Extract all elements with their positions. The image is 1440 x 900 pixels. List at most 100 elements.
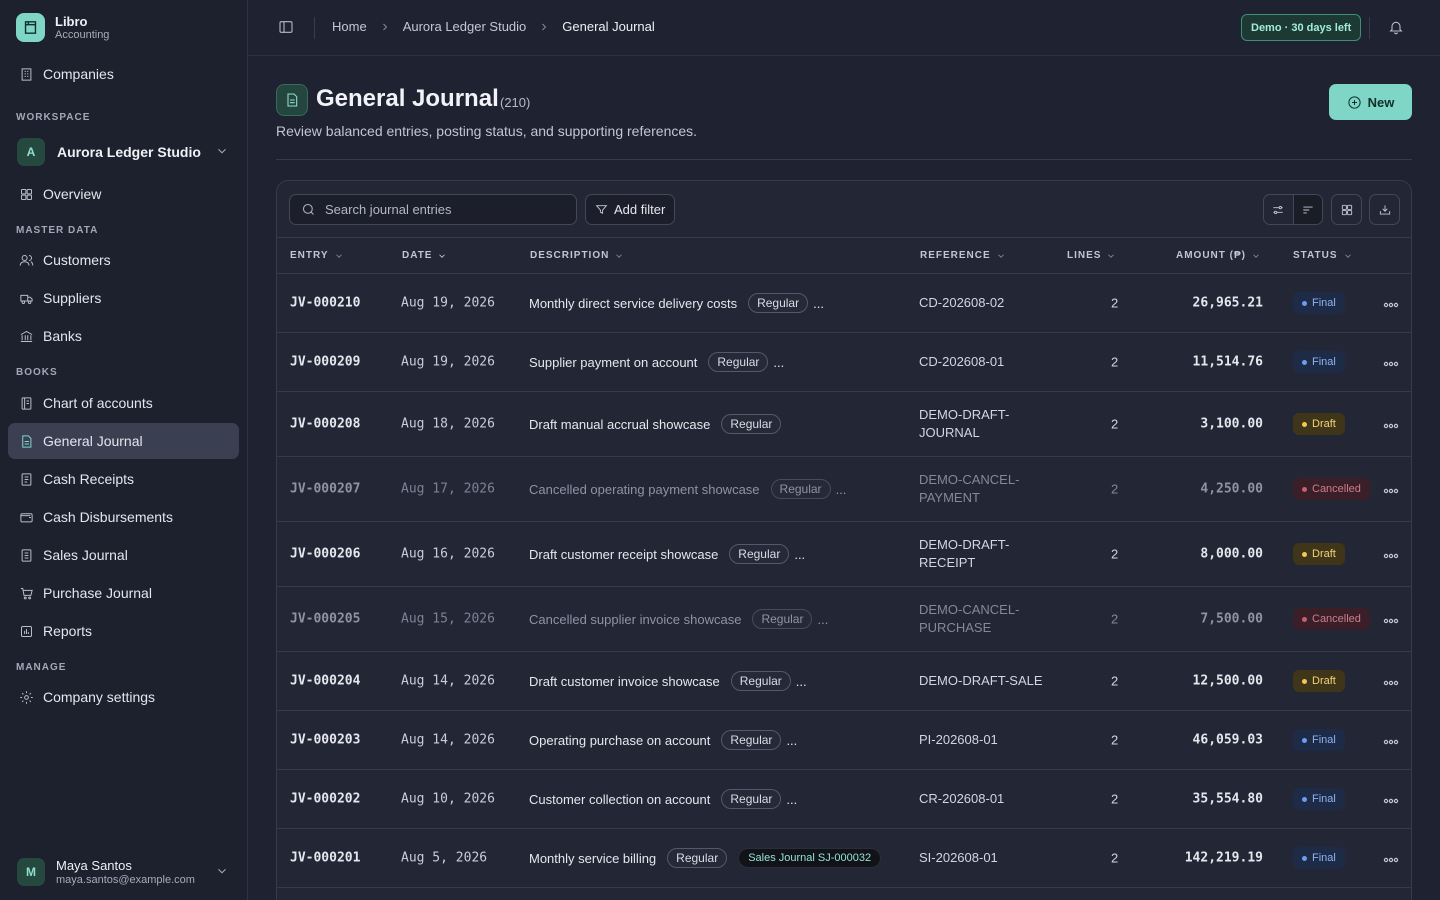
column-header-amount[interactable]: AMOUNT (₱) — [1176, 250, 1261, 261]
table-row[interactable]: JV-000202 Aug 10, 2026 Customer collection… — [277, 770, 1411, 829]
entry-date: Aug 10, 2026 — [401, 791, 495, 807]
sidebar-item-banks[interactable]: Banks — [8, 318, 239, 354]
more-horizontal-icon — [1383, 680, 1399, 686]
new-entry-button[interactable]: New — [1329, 84, 1412, 120]
demo-status-badge[interactable]: Demo · 30 days left — [1241, 14, 1362, 41]
more-tags-indicator[interactable]: ... — [786, 792, 797, 807]
entry-date: Aug 14, 2026 — [401, 732, 495, 748]
journal-type-tag: Regular — [730, 671, 791, 691]
row-actions-button[interactable] — [1383, 611, 1399, 627]
more-tags-indicator[interactable]: ... — [786, 733, 797, 748]
entry-number[interactable]: JV-000201 — [290, 851, 360, 866]
sidebar-item-suppliers[interactable]: Suppliers — [8, 280, 239, 316]
row-actions-button[interactable] — [1383, 673, 1399, 689]
column-header-reference[interactable]: REFERENCE — [920, 250, 1006, 261]
description-text: Supplier payment on account — [529, 354, 698, 370]
sidebar-item-purchase-journal[interactable]: Purchase Journal — [8, 575, 239, 611]
journal-type-tag: Regular — [729, 544, 790, 564]
sidebar-item-label: Chart of accounts — [43, 395, 153, 411]
table-settings-button[interactable] — [1264, 195, 1293, 224]
sidebar-item-cash-receipts[interactable]: Cash Receipts — [8, 461, 239, 497]
ledger-icon — [18, 395, 34, 411]
more-tags-indicator[interactable]: ... — [817, 612, 828, 627]
entry-number[interactable]: JV-000206 — [290, 547, 360, 562]
source-document-link[interactable]: Sales Journal SJ-000032 — [738, 848, 882, 868]
chevron-down-icon — [616, 253, 623, 258]
table-row[interactable]: JV-000207 Aug 17, 2026 Cancelled operating… — [277, 457, 1411, 522]
column-header-description[interactable]: DESCRIPTION — [530, 250, 624, 261]
column-header-date[interactable]: DATE — [402, 250, 447, 261]
row-actions-button[interactable] — [1383, 354, 1399, 370]
entry-number[interactable]: JV-000204 — [290, 674, 360, 689]
workspace-switcher[interactable]: A Aurora Ledger Studio — [8, 136, 239, 168]
sort-button[interactable] — [1292, 195, 1322, 224]
table-row[interactable]: JV-000203 Aug 14, 2026 Operating purchase … — [277, 711, 1411, 770]
table-row[interactable]: JV-000210 Aug 19, 2026 Monthly direct serv… — [277, 274, 1411, 333]
entry-date: Aug 18, 2026 — [401, 416, 495, 432]
sidebar-item-sales-journal[interactable]: Sales Journal — [8, 537, 239, 573]
table-row[interactable]: JV-000204 Aug 14, 2026 Draft customer invo… — [277, 652, 1411, 711]
user-menu[interactable]: M Maya Santos maya.santos@example.com — [8, 852, 239, 892]
entry-reference: CD-202608-02 — [919, 295, 1005, 310]
search-box[interactable] — [289, 194, 577, 225]
row-actions-button[interactable] — [1383, 481, 1399, 497]
more-tags-indicator[interactable]: ... — [813, 296, 824, 311]
search-input[interactable] — [325, 202, 555, 217]
sidebar-item-chart-of-accounts[interactable]: Chart of accounts — [8, 385, 239, 421]
sidebar-toggle-button[interactable] — [278, 19, 296, 37]
view-mode-toggle — [1263, 194, 1323, 225]
table-row[interactable]: JV-000209 Aug 19, 2026 Supplier payment on… — [277, 333, 1411, 392]
column-header-entry[interactable]: ENTRY — [290, 250, 344, 261]
column-header-status[interactable]: STATUS — [1293, 250, 1353, 261]
entry-number[interactable]: JV-000202 — [290, 792, 360, 807]
more-tags-indicator[interactable]: ... — [836, 482, 847, 497]
entry-number[interactable]: JV-000209 — [290, 355, 360, 370]
table-row[interactable]: JV-000205 Aug 15, 2026 Cancelled supplier … — [277, 587, 1411, 652]
column-header-lines[interactable]: LINES — [1067, 250, 1116, 261]
more-tags-indicator[interactable]: ... — [794, 547, 805, 562]
row-actions-button[interactable] — [1383, 416, 1399, 432]
description-text: Draft manual accrual showcase — [529, 416, 711, 432]
entry-number[interactable]: JV-000208 — [290, 417, 360, 432]
breadcrumb-company[interactable]: Aurora Ledger Studio — [403, 19, 527, 34]
entry-number[interactable]: JV-000207 — [290, 482, 360, 497]
entry-number[interactable]: JV-000210 — [290, 296, 360, 311]
sidebar-item-cash-disbursements[interactable]: Cash Disbursements — [8, 499, 239, 535]
entry-amount: 142,219.19 — [1184, 850, 1263, 866]
sidebar-item-company-settings[interactable]: Company settings — [8, 679, 239, 715]
brand[interactable]: Libro Accounting — [16, 13, 109, 42]
sidebar-item-customers[interactable]: Customers — [8, 242, 239, 278]
section-label-books: BOOKS — [16, 367, 58, 378]
row-actions-button[interactable] — [1383, 546, 1399, 562]
row-actions-button[interactable] — [1383, 791, 1399, 807]
more-tags-indicator[interactable]: ... — [773, 355, 784, 370]
column-layout-button[interactable] — [1331, 194, 1362, 225]
row-actions-button[interactable] — [1383, 295, 1399, 311]
notifications-button[interactable] — [1388, 19, 1404, 38]
sidebar-item-reports[interactable]: Reports — [8, 613, 239, 649]
chevron-down-icon — [335, 253, 342, 258]
add-filter-button[interactable]: Add filter — [585, 194, 676, 225]
status-badge: Draft — [1293, 543, 1345, 565]
entry-number[interactable]: JV-000205 — [290, 612, 360, 627]
sidebar-item-general-journal[interactable]: General Journal — [8, 423, 239, 459]
entry-date: Aug 14, 2026 — [401, 673, 495, 689]
export-button[interactable] — [1369, 194, 1400, 225]
table-row[interactable]: JV-000206 Aug 16, 2026 Draft customer rece… — [277, 522, 1411, 587]
entry-amount: 7,500.00 — [1200, 611, 1263, 627]
breadcrumb-home[interactable]: Home — [332, 19, 367, 34]
chevron-down-icon — [997, 253, 1004, 258]
sidebar-item-overview[interactable]: Overview — [8, 176, 239, 212]
more-tags-indicator[interactable]: ... — [796, 674, 807, 689]
status-dot — [1302, 359, 1307, 365]
table-row[interactable]: JV-000201 Aug 5, 2026 Monthly service bill… — [277, 829, 1411, 888]
users-icon — [18, 252, 34, 268]
row-actions-button[interactable] — [1383, 850, 1399, 866]
entry-number[interactable]: JV-000203 — [290, 733, 360, 748]
status-label: Final — [1312, 734, 1336, 746]
table-row[interactable]: JV-000208 Aug 18, 2026 Draft manual accrua… — [277, 392, 1411, 457]
row-actions-button[interactable] — [1383, 732, 1399, 748]
truck-icon — [18, 290, 34, 306]
sidebar-item-companies[interactable]: Companies — [8, 56, 239, 92]
journal-type-tag: Regular — [752, 609, 813, 629]
